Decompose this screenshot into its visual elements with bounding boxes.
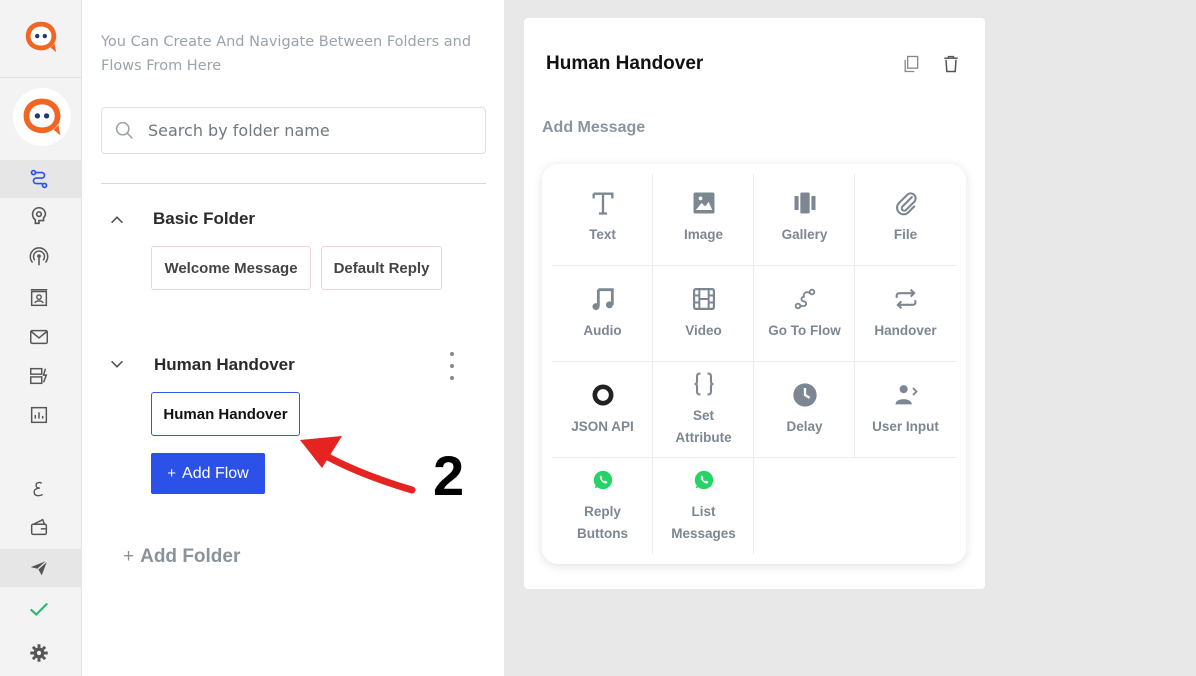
flow-title: Human Handover	[546, 53, 704, 74]
annotation-arrow-icon	[300, 436, 416, 494]
brain-gear-icon	[31, 206, 47, 225]
add-message-label: Add Message	[542, 119, 646, 136]
check-icon	[30, 602, 49, 617]
envelope-icon	[30, 329, 48, 345]
copy-icon[interactable]	[901, 54, 921, 74]
bot-avatar[interactable]	[13, 88, 71, 146]
gallery-icon	[794, 192, 815, 214]
music-note-icon	[592, 288, 614, 311]
analytics-chart-icon	[30, 406, 48, 424]
rail-item-contacts[interactable]	[0, 279, 82, 317]
broadcast-icon	[29, 247, 49, 266]
message-type-go-to-flow[interactable]: Go To Flow	[754, 265, 855, 361]
paperclip-icon	[895, 192, 917, 216]
add-folder-label: Add Folder	[140, 546, 241, 567]
message-type-json-api[interactable]: JSON API	[552, 361, 653, 457]
wallet-icon	[30, 518, 48, 536]
panel-divider	[101, 183, 486, 184]
arabic-language-icon	[33, 481, 44, 497]
chevron-up-icon[interactable]	[108, 211, 126, 229]
route-icon	[794, 288, 815, 310]
message-type-audio[interactable]: Audio	[552, 265, 653, 361]
card-actions	[901, 54, 961, 74]
app-logo-icon[interactable]	[22, 18, 60, 56]
plus-icon: +	[167, 465, 177, 482]
add-folder-button[interactable]: + Add Folder	[123, 546, 240, 568]
flow-chip-default-reply[interactable]: Default Reply	[321, 246, 442, 290]
folder-name-basic[interactable]: Basic Folder	[153, 209, 255, 229]
rail-item-broadcast[interactable]	[0, 238, 82, 276]
rail-item-automation[interactable]	[0, 357, 82, 395]
chevron-down-icon[interactable]	[108, 355, 126, 373]
rail-item-inbox[interactable]	[0, 318, 82, 356]
annotation-step-number: 2	[433, 444, 465, 507]
message-type-text[interactable]: Text	[552, 169, 653, 265]
message-type-delay[interactable]: Delay	[754, 361, 855, 457]
message-type-gallery[interactable]: Gallery	[754, 169, 855, 265]
whatsapp-icon	[694, 470, 713, 490]
flow-editor-card: Human Handover Add Message Text Image Ga…	[524, 18, 985, 589]
film-icon	[692, 287, 715, 311]
folder-search[interactable]	[101, 107, 486, 154]
search-input[interactable]	[148, 121, 468, 140]
image-icon	[693, 192, 714, 214]
contacts-icon	[30, 289, 48, 307]
user-input-icon	[895, 385, 918, 405]
message-type-video[interactable]: Video	[653, 265, 754, 361]
send-plane-icon	[30, 560, 48, 576]
message-type-grid: Text Image Gallery File Audio Video Go T…	[542, 164, 966, 564]
text-icon	[592, 192, 613, 215]
panel-hint-text: You Can Create And Navigate Between Fold…	[101, 34, 472, 74]
message-type-user-input[interactable]: User Input	[855, 361, 956, 457]
braces-icon	[694, 372, 713, 396]
rail-item-ai[interactable]	[0, 197, 82, 235]
message-type-reply-buttons[interactable]: Reply Buttons	[552, 457, 653, 553]
automation-bolt-icon	[30, 367, 48, 385]
gear-icon	[30, 644, 48, 662]
folder-name-human-handover[interactable]: Human Handover	[154, 355, 295, 375]
repeat-icon	[895, 288, 916, 310]
rail-item-settings[interactable]	[0, 634, 82, 672]
message-type-image[interactable]: Image	[653, 169, 754, 265]
trash-icon[interactable]	[941, 54, 961, 74]
plus-icon: +	[123, 546, 135, 567]
clock-icon	[792, 383, 817, 407]
message-type-set-attribute[interactable]: Set Attribute	[653, 361, 754, 457]
folder-panel: You Can Create And Navigate Between Fold…	[82, 0, 504, 676]
rail-item-telegram[interactable]	[0, 549, 82, 587]
rail-item-analytics[interactable]	[0, 396, 82, 434]
add-flow-button[interactable]: + Add Flow	[151, 453, 265, 494]
flow-route-icon	[30, 169, 48, 189]
rail-item-wallet[interactable]	[0, 508, 82, 546]
json-icon	[592, 384, 613, 406]
flow-chip-welcome-message[interactable]: Welcome Message	[151, 246, 311, 290]
message-type-handover[interactable]: Handover	[855, 265, 956, 361]
rail-divider	[0, 77, 82, 78]
add-flow-label: Add Flow	[182, 464, 249, 482]
rail-item-status[interactable]	[0, 590, 82, 628]
message-type-list-messages[interactable]: List Messages	[653, 457, 754, 553]
rail-item-language[interactable]	[0, 469, 82, 507]
whatsapp-icon	[593, 470, 612, 490]
search-icon	[115, 121, 133, 139]
sidebar-rail	[0, 0, 82, 676]
rail-item-flows[interactable]	[0, 160, 82, 198]
folder-options-icon[interactable]	[448, 352, 456, 380]
flow-chip-human-handover[interactable]: Human Handover	[151, 392, 300, 436]
bot-logo-icon	[23, 98, 61, 136]
message-type-file[interactable]: File	[855, 169, 956, 265]
